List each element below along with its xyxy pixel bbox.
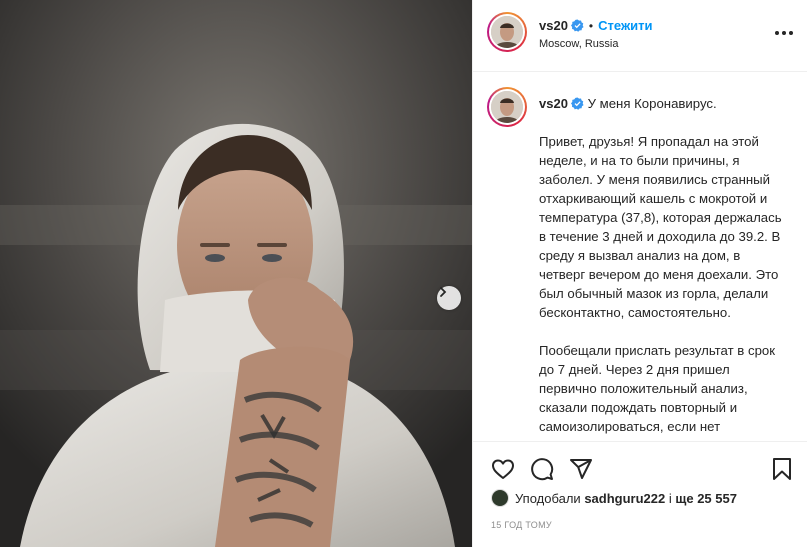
heart-icon[interactable] (491, 457, 515, 481)
verified-badge-icon (570, 97, 584, 110)
chevron-right-icon (440, 287, 447, 297)
likes-middle: і (668, 490, 672, 506)
post-location[interactable]: Moscow, Russia (539, 38, 618, 50)
post-photo[interactable] (0, 0, 472, 547)
likes-summary: Уподобали sadhguru222 і ще 25 557 (491, 489, 737, 507)
author-username[interactable]: vs20 (539, 18, 568, 33)
avatar-photo (491, 16, 523, 48)
follow-button[interactable]: Стежити (598, 18, 652, 33)
caption-body: Привет, друзья! Я пропадал на этой недел… (539, 134, 782, 434)
caption-section: vs20 У меня Коронавирус. Привет, друзья!… (473, 73, 807, 441)
comment-icon[interactable] (530, 457, 554, 481)
post-timestamp[interactable]: 15 ГОД ТОМУ (491, 520, 552, 530)
bookmark-icon[interactable] (770, 457, 794, 481)
header-separator: • (588, 18, 594, 33)
caption-text: vs20 У меня Коронавирус. Привет, друзья!… (539, 94, 789, 436)
paper-plane-icon[interactable] (569, 457, 593, 481)
avatar-photo (491, 91, 523, 123)
liker-avatar[interactable] (491, 489, 509, 507)
caption-title: У меня Коронавирус. (587, 96, 717, 111)
header-title-row: vs20 • Стежити (539, 18, 653, 33)
post-actions: Уподобали sadhguru222 і ще 25 557 15 ГОД… (473, 441, 807, 547)
next-photo-button[interactable] (437, 286, 461, 310)
verified-badge-icon (570, 19, 584, 32)
caption-username[interactable]: vs20 (539, 96, 568, 111)
caption-author-avatar[interactable] (487, 87, 527, 127)
post-side-panel: vs20 • Стежити Moscow, Russia vs20 У мен… (472, 0, 807, 547)
likes-count[interactable]: ще 25 557 (675, 491, 737, 506)
author-avatar[interactable] (487, 12, 527, 52)
photo-illustration (0, 0, 472, 547)
more-options-icon[interactable] (774, 30, 794, 36)
likes-prefix: Уподобали (515, 490, 581, 506)
liker-username[interactable]: sadhguru222 (584, 491, 665, 506)
post-header: vs20 • Стежити Moscow, Russia (473, 0, 807, 72)
